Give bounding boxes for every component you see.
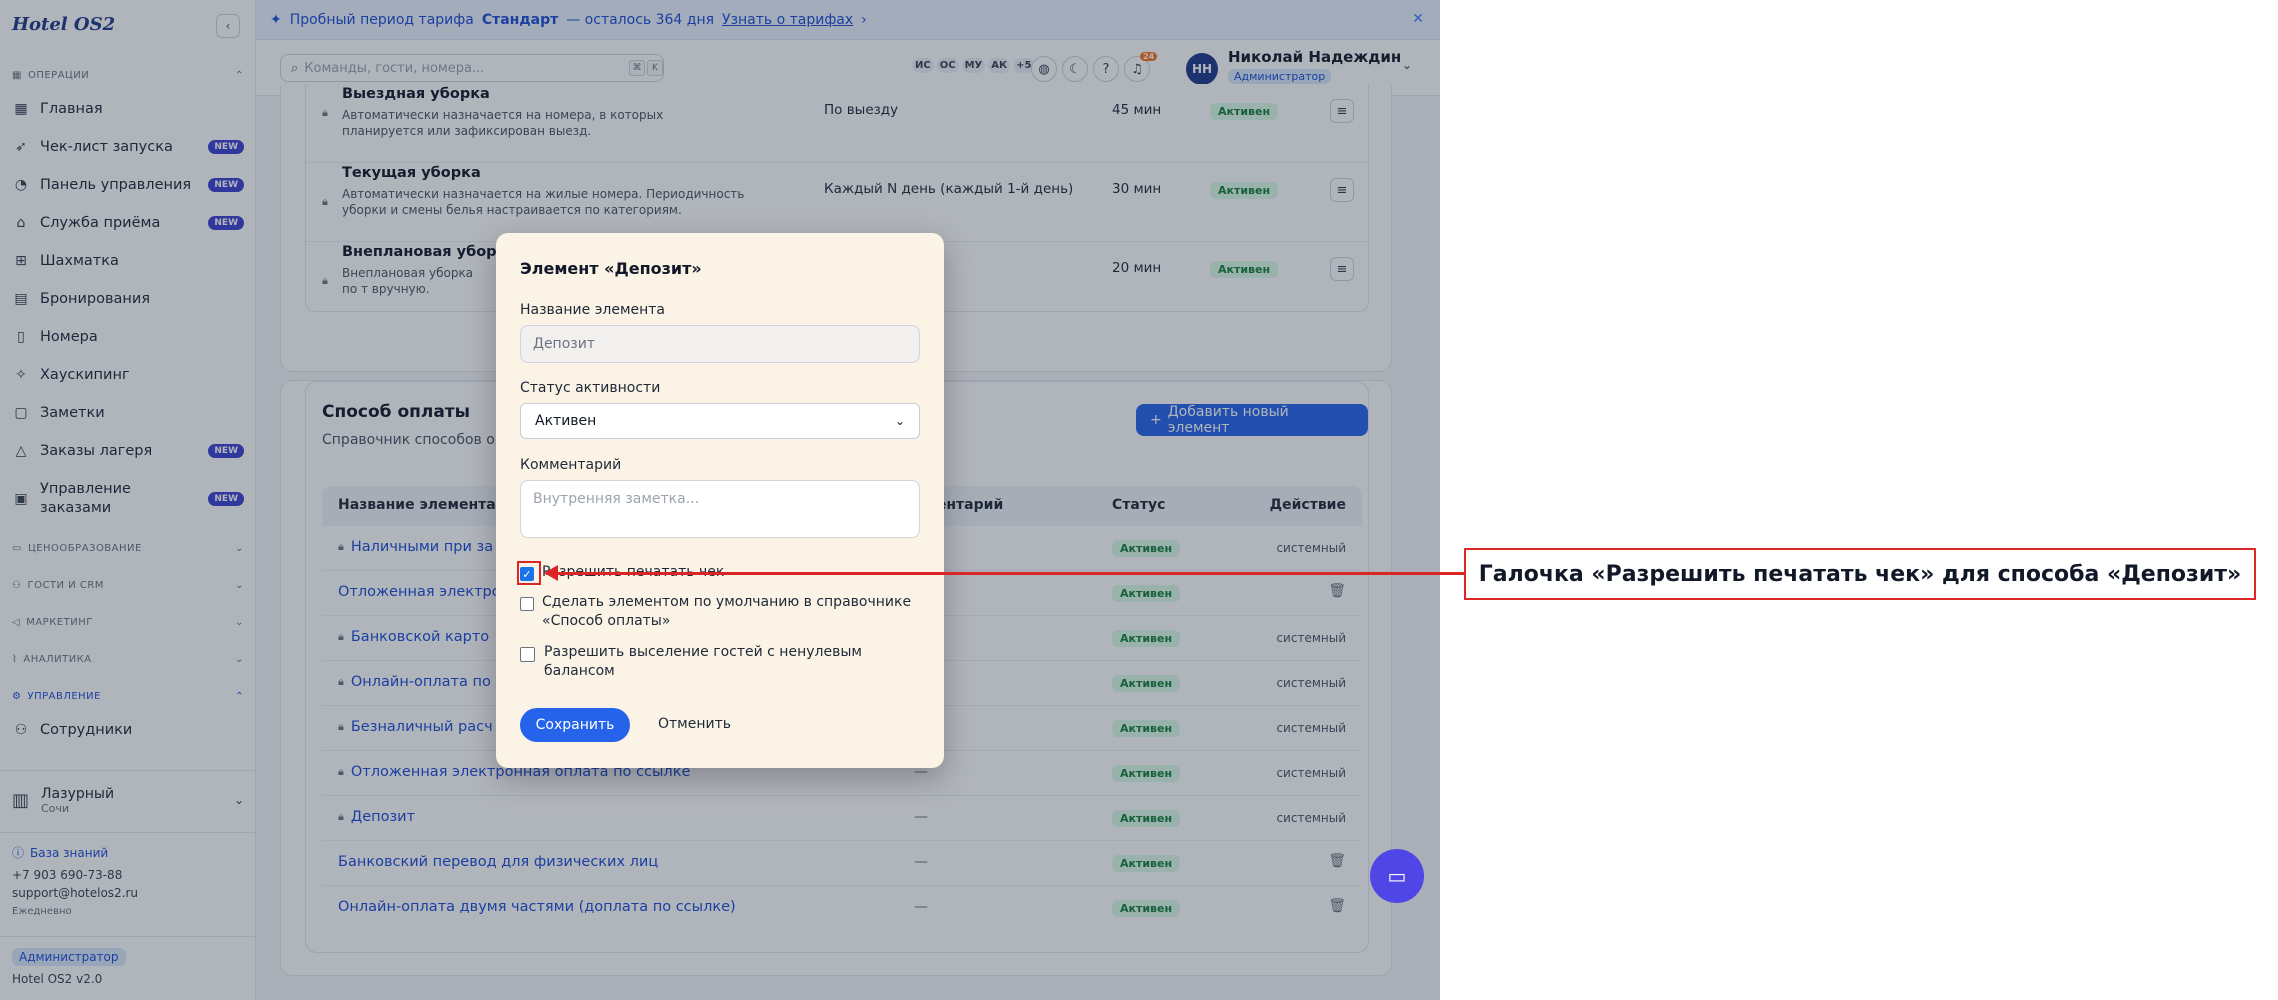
app-window: Hotel OS2 ‹ ▦ ОПЕРАЦИИ ⌃ ▦ Главная ➶ Чек-лис… [0,0,1440,1000]
dialog-title: Элемент «Депозит» [520,259,702,278]
allow-balance-label[interactable]: Разрешить выселение гостей с ненулевым б… [544,643,884,681]
highlight-box [517,561,541,585]
default-element-label[interactable]: Сделать элементом по умолчанию в справоч… [542,593,912,631]
status-label: Статус активности [520,380,661,396]
edit-element-dialog: Элемент «Депозит» Название элемента Депо… [496,233,944,768]
chat-icon: ▭ [1387,864,1407,888]
arrow-head-icon [544,565,558,581]
allow-balance-checkbox[interactable] [520,647,535,662]
cancel-button[interactable]: Отменить [658,716,731,732]
default-element-checkbox[interactable] [520,597,534,611]
name-label: Название элемента [520,302,666,318]
comment-label: Комментарий [520,457,622,473]
chevron-down-icon: ⌄ [894,414,905,428]
comment-textarea[interactable]: Внутренняя заметка... [520,480,920,538]
element-name-field[interactable]: Депозит [520,325,920,363]
chat-button[interactable]: ▭ [1370,849,1424,903]
annotation-callout: Галочка «Разрешить печатать чек» для спо… [1464,548,2256,600]
save-button[interactable]: Сохранить [520,708,630,742]
status-select[interactable]: Активен ⌄ [520,403,920,439]
annotation-arrow [546,572,1464,575]
